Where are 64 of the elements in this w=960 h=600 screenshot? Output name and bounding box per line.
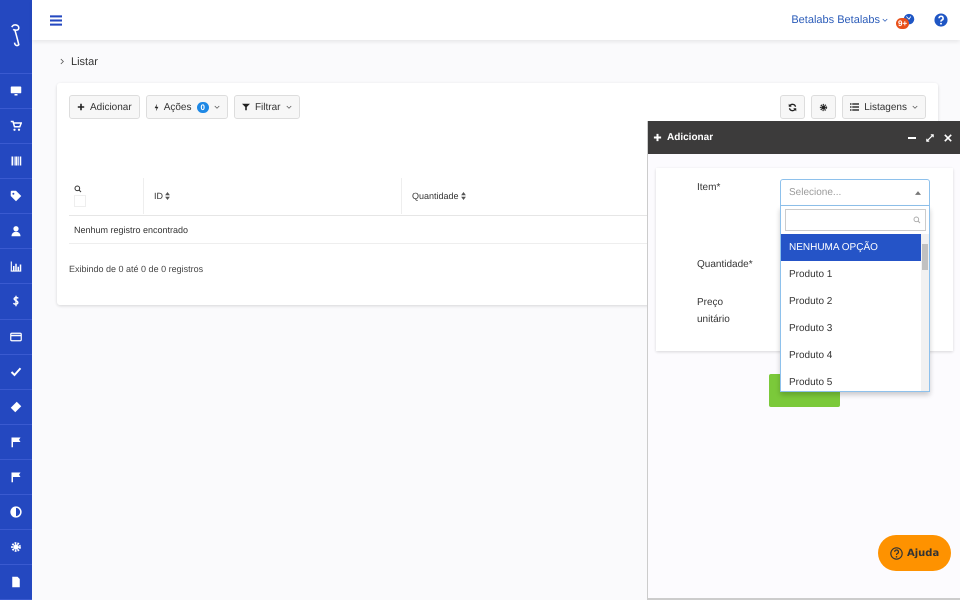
add-button[interactable]: Adicionar — [69, 95, 140, 119]
document-icon — [10, 576, 22, 588]
user-menu[interactable]: Betalabs Betalabs — [791, 14, 888, 26]
search-icon — [913, 216, 921, 224]
filter-icon — [242, 103, 250, 111]
close-button[interactable] — [944, 134, 952, 142]
user-icon — [10, 225, 22, 238]
listings-button[interactable]: Listagens — [842, 95, 926, 119]
close-icon — [944, 134, 952, 142]
column-header[interactable]: ID — [144, 178, 402, 214]
caret-icon — [286, 104, 292, 110]
dropdown-option[interactable]: Produto 1 — [781, 261, 921, 288]
question-icon — [890, 546, 903, 560]
scrollbar[interactable] — [921, 234, 929, 391]
column-header[interactable]: Quantidade — [402, 178, 466, 214]
dropdown-option[interactable]: Produto 5 — [781, 369, 921, 391]
tag-icon — [10, 190, 22, 202]
search-icon — [74, 185, 82, 193]
settings-icon — [10, 540, 22, 553]
credit-card-icon — [10, 330, 22, 343]
caret-icon — [882, 18, 888, 22]
field-label: Quantidade* — [697, 258, 754, 272]
cart-icon — [10, 120, 22, 132]
bolt-icon — [154, 102, 159, 112]
field-label: Item* — [697, 181, 722, 195]
refresh-button[interactable] — [780, 95, 806, 119]
flag-icon — [10, 470, 22, 483]
plus-icon — [653, 133, 662, 142]
expand-icon — [926, 134, 934, 142]
caret-icon — [912, 104, 918, 110]
help-button[interactable]: Ajuda — [878, 535, 951, 571]
settings-icon — [819, 102, 828, 112]
list-icon — [850, 103, 860, 111]
caret-up-icon — [915, 190, 921, 194]
breadcrumb[interactable]: Listar — [71, 56, 98, 68]
dropdown-option[interactable]: NENHUMA OPÇÃO — [781, 234, 921, 261]
panel-title: Adicionar — [667, 132, 714, 143]
bar-chart-icon — [10, 260, 22, 272]
dropdown-option[interactable]: Produto 4 — [781, 342, 921, 369]
barcode-icon — [10, 155, 22, 168]
flag-icon — [10, 436, 22, 448]
dropdown-option[interactable]: Produto 2 — [781, 288, 921, 315]
field-label: Preço unitário — [697, 296, 731, 327]
plus-icon — [77, 103, 85, 111]
monitor-icon — [10, 85, 22, 98]
contrast-icon — [10, 506, 22, 518]
caret-icon — [214, 104, 220, 110]
filter-button[interactable]: Filtrar — [234, 95, 300, 119]
question-icon — [934, 13, 948, 27]
table-info: Exibindo de 0 até 0 de 0 registros — [69, 264, 204, 274]
sort-icon — [165, 192, 170, 200]
count-badge: 0 — [196, 102, 209, 112]
dropdown-option[interactable]: Produto 3 — [781, 315, 921, 342]
settings-button[interactable] — [811, 95, 836, 119]
sort-icon — [460, 192, 466, 200]
menu-icon — [50, 14, 62, 26]
chevron-icon — [60, 58, 65, 65]
refresh-icon — [788, 102, 798, 112]
actions-button[interactable]: Ações 0 — [146, 95, 228, 119]
notification-badge: 9+ — [896, 18, 910, 29]
help-icon[interactable] — [934, 13, 948, 27]
check-icon — [10, 366, 22, 378]
search-field[interactable] — [785, 209, 926, 231]
expand-button[interactable] — [926, 134, 934, 142]
